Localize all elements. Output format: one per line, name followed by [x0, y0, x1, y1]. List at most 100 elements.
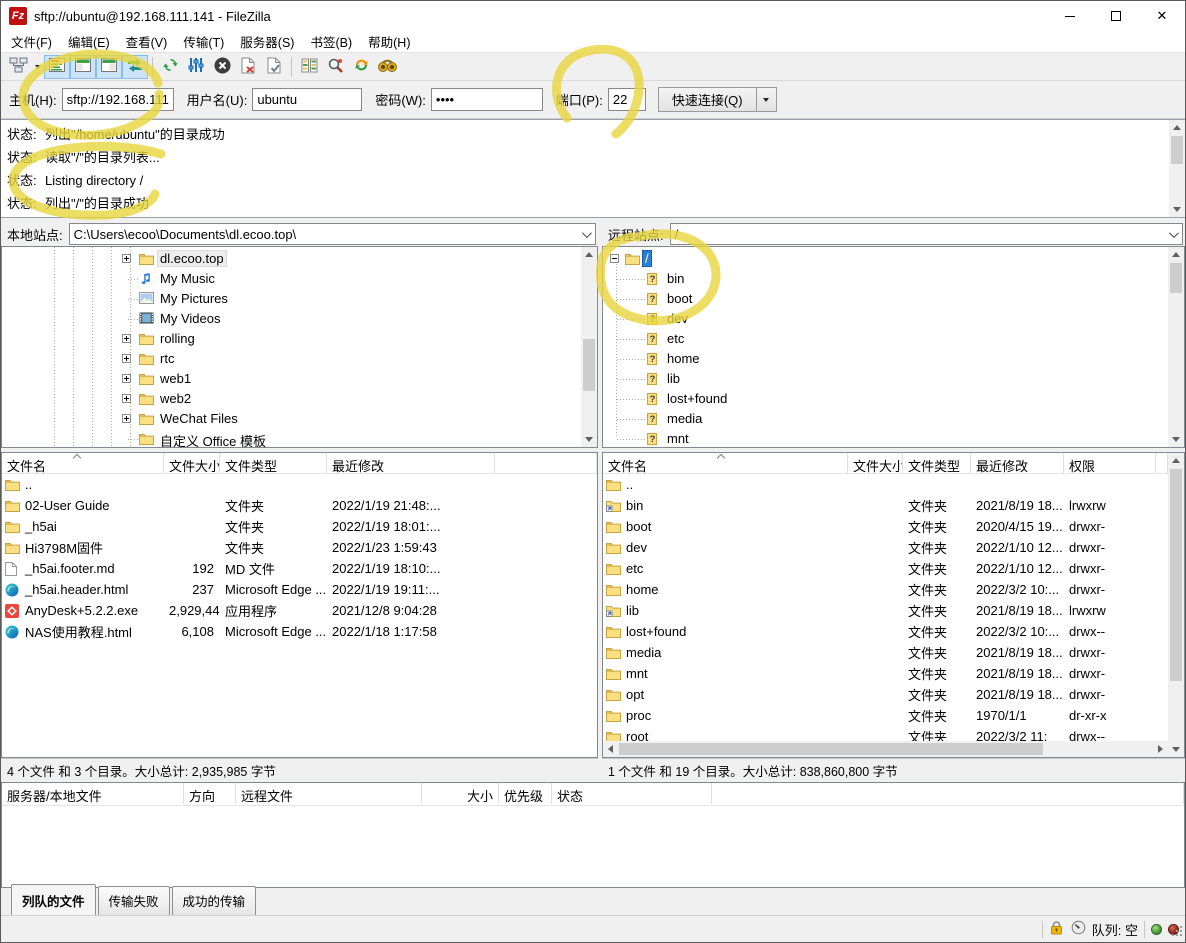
tree-item[interactable]: 自定义 Office 模板	[2, 429, 597, 448]
tree-item[interactable]: ?etc	[603, 329, 1184, 349]
expand-icon[interactable]	[122, 374, 131, 383]
queue-column-header[interactable]: 服务器/本地文件	[2, 783, 184, 804]
file-row[interactable]: opt文件夹2021/8/19 18...drwxr-	[603, 684, 1168, 705]
file-row[interactable]: ..	[603, 474, 1168, 495]
tree-item[interactable]: My Pictures	[2, 289, 597, 309]
column-header[interactable]: 文件类型	[220, 453, 327, 474]
file-row[interactable]: lost+found文件夹2022/3/2 10:...drwx--	[603, 621, 1168, 642]
tree-item[interactable]: ?bin	[603, 269, 1184, 289]
toggle-remote-tree-button[interactable]	[96, 55, 122, 79]
menu-item[interactable]: 文件(F)	[3, 30, 60, 53]
menu-item[interactable]: 帮助(H)	[360, 30, 418, 53]
directory-comparison-button[interactable]	[296, 55, 322, 79]
lock-icon[interactable]	[1049, 920, 1065, 938]
toggle-local-tree-button[interactable]	[70, 55, 96, 79]
tree-item[interactable]: ?lost+found	[603, 389, 1184, 409]
host-input[interactable]	[62, 88, 174, 111]
expand-icon[interactable]	[122, 414, 131, 423]
menu-item[interactable]: 查看(V)	[118, 30, 176, 53]
cancel-operation-button[interactable]	[209, 55, 235, 79]
quickconnect-button[interactable]: 快速连接(Q)	[658, 87, 757, 112]
tree-item[interactable]: ?boot	[603, 289, 1184, 309]
remote-list-hscrollbar[interactable]	[603, 741, 1168, 757]
tree-item[interactable]: dl.ecoo.top	[2, 249, 597, 269]
queue-column-header[interactable]: 大小	[422, 783, 499, 804]
file-row[interactable]: _h5ai.footer.md192MD 文件2022/1/19 18:10:.…	[2, 558, 597, 579]
queue-tab[interactable]: 成功的传输	[172, 886, 257, 916]
tree-item[interactable]: ?media	[603, 409, 1184, 429]
remote-tree-scrollbar[interactable]	[1168, 247, 1184, 447]
tree-item[interactable]: ?dev	[603, 309, 1184, 329]
speed-limit-icon[interactable]	[1071, 920, 1086, 938]
menu-item[interactable]: 书签(B)	[302, 30, 360, 53]
tree-item[interactable]: web2	[2, 389, 597, 409]
tree-item[interactable]: My Music	[2, 269, 597, 289]
menu-item[interactable]: 传输(T)	[175, 30, 232, 53]
file-row[interactable]: media文件夹2021/8/19 18...drwxr-	[603, 642, 1168, 663]
file-row[interactable]: _h5ai.header.html237Microsoft Edge ...20…	[2, 579, 597, 600]
tree-item[interactable]: My Videos	[2, 309, 597, 329]
queue-column-header[interactable]: 优先级	[499, 783, 552, 804]
column-header[interactable]: 最近修改	[327, 453, 495, 474]
filter-settings-button[interactable]	[183, 55, 209, 79]
file-row[interactable]: bin文件夹2021/8/19 18...lrwxrw	[603, 495, 1168, 516]
column-header[interactable]: 权限	[1064, 453, 1156, 474]
quickconnect-dropdown[interactable]	[757, 87, 777, 112]
queue-column-header[interactable]: 方向	[184, 783, 236, 804]
expand-icon[interactable]	[122, 334, 131, 343]
expand-icon[interactable]	[122, 394, 131, 403]
queue-column-header[interactable]: 远程文件	[236, 783, 422, 804]
log-scrollbar[interactable]	[1169, 120, 1185, 217]
expand-icon[interactable]	[122, 354, 131, 363]
column-header[interactable]: 文件名	[603, 453, 848, 474]
file-row[interactable]: mnt文件夹2021/8/19 18...drwxr-	[603, 663, 1168, 684]
disconnect-button[interactable]	[235, 55, 261, 79]
tree-item[interactable]: ?lib	[603, 369, 1184, 389]
toggle-message-log-button[interactable]	[44, 55, 70, 79]
remote-path-combo[interactable]: /	[670, 223, 1183, 245]
queue-tab[interactable]: 列队的文件	[11, 884, 96, 916]
file-row[interactable]: lib文件夹2021/8/19 18...lrwxrw	[603, 600, 1168, 621]
tree-item[interactable]: ?home	[603, 349, 1184, 369]
tree-item[interactable]: ?mnt	[603, 429, 1184, 448]
remote-list-vscrollbar[interactable]	[1168, 453, 1184, 757]
local-tree-scrollbar[interactable]	[581, 247, 597, 447]
file-row[interactable]: _h5ai文件夹2022/1/19 18:01:...	[2, 516, 597, 537]
file-row[interactable]: dev文件夹2022/1/10 12...drwxr-	[603, 537, 1168, 558]
site-manager-button[interactable]	[5, 55, 31, 79]
find-files-button[interactable]	[322, 55, 348, 79]
file-row[interactable]: etc文件夹2022/1/10 12...drwxr-	[603, 558, 1168, 579]
username-input[interactable]	[252, 88, 362, 111]
collapse-icon[interactable]	[610, 254, 619, 263]
file-row[interactable]: boot文件夹2020/4/15 19...drwxr-	[603, 516, 1168, 537]
site-manager-dropdown[interactable]	[31, 55, 44, 79]
vertical-splitter[interactable]	[598, 222, 602, 782]
file-search-button[interactable]	[374, 55, 400, 79]
file-row[interactable]: 02-User Guide文件夹2022/1/19 21:48:...	[2, 495, 597, 516]
toggle-transfer-queue-button[interactable]	[122, 55, 148, 79]
resize-grip[interactable]	[1171, 925, 1184, 941]
password-field[interactable]	[431, 88, 543, 111]
synchronized-browsing-button[interactable]	[348, 55, 374, 79]
column-header[interactable]: 最近修改	[971, 453, 1064, 474]
column-header[interactable]: 文件类型	[903, 453, 971, 474]
file-row[interactable]: ..	[2, 474, 597, 495]
queue-tab[interactable]: 传输失败	[98, 886, 170, 916]
port-input[interactable]	[608, 88, 646, 111]
maximize-button[interactable]	[1093, 1, 1139, 31]
close-button[interactable]: ✕	[1139, 1, 1185, 31]
menu-item[interactable]: 服务器(S)	[232, 30, 302, 53]
column-header[interactable]: 文件名	[2, 453, 164, 474]
refresh-button[interactable]	[157, 55, 183, 79]
file-row[interactable]: home文件夹2022/3/2 10:...drwxr-	[603, 579, 1168, 600]
file-row[interactable]: Hi3798M固件文件夹2022/1/23 1:59:43	[2, 537, 597, 558]
reconnect-button[interactable]	[261, 55, 287, 79]
local-path-combo[interactable]: C:\Users\ecoo\Documents\dl.ecoo.top\	[69, 223, 596, 245]
minimize-button[interactable]	[1047, 1, 1093, 31]
menu-item[interactable]: 编辑(E)	[60, 30, 118, 53]
column-header[interactable]: 文件大小	[848, 453, 903, 474]
tree-item[interactable]: rtc	[2, 349, 597, 369]
expand-icon[interactable]	[122, 254, 131, 263]
file-row[interactable]: proc文件夹1970/1/1dr-xr-x	[603, 705, 1168, 726]
tree-item[interactable]: /	[603, 249, 1184, 269]
